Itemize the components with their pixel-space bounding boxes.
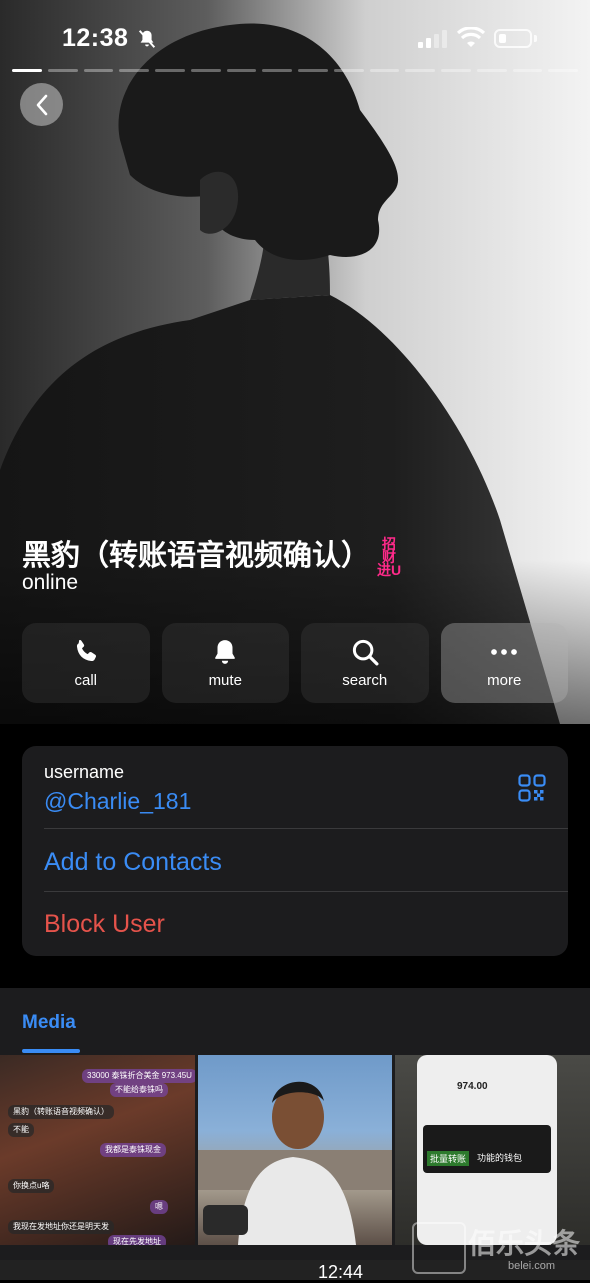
mute-label: mute bbox=[208, 672, 242, 689]
call-label: call bbox=[74, 672, 97, 689]
more-label: more bbox=[487, 672, 522, 689]
phone-icon bbox=[76, 639, 96, 662]
watermark-logo bbox=[412, 1222, 466, 1274]
username-value[interactable]: @Charlie_181 bbox=[44, 788, 191, 815]
wallet-feature-text: 功能的钱包 bbox=[477, 1153, 523, 1163]
add-to-contacts-button[interactable]: Add to Contacts bbox=[44, 848, 222, 877]
online-status: online bbox=[22, 571, 79, 594]
action-bar: call mute search more bbox=[22, 623, 568, 703]
chat-bubble: 你换点u咯 bbox=[8, 1179, 55, 1193]
qr-code-icon[interactable] bbox=[518, 774, 546, 802]
chat-bubble: 现在先发地址 bbox=[108, 1235, 166, 1245]
chat-bubble: 不能 bbox=[8, 1123, 34, 1137]
search-button[interactable]: search bbox=[301, 623, 429, 703]
mute-button[interactable]: mute bbox=[161, 623, 289, 703]
search-icon bbox=[352, 639, 379, 666]
more-button[interactable]: more bbox=[440, 623, 568, 703]
watermark-text: 佰乐头条 bbox=[468, 1228, 581, 1259]
silent-bell-icon bbox=[138, 30, 156, 48]
block-user-button[interactable]: Block User bbox=[44, 910, 165, 939]
profile-name-text: 黑豹（转账语音视频确认） bbox=[22, 540, 371, 572]
media-thumbnail-wallet-screenshot[interactable]: 974.00 批量转账 功能的钱包 bbox=[395, 1055, 590, 1245]
watermark-url: belei.com bbox=[508, 1260, 556, 1272]
media-thumbnail-photo[interactable] bbox=[198, 1055, 392, 1245]
tab-indicator bbox=[22, 1049, 80, 1053]
profile-photo bbox=[0, 0, 590, 724]
photo-progress-bar bbox=[12, 69, 578, 73]
chat-bubble: 黑豹（转账语音视频确认） bbox=[8, 1105, 114, 1119]
chat-bubble: 33000 泰铢折合美金 973.45U bbox=[82, 1069, 195, 1083]
chat-bubble: 我现在发地址你还是明天发 bbox=[8, 1220, 114, 1234]
emoji-badge: 招财 进U bbox=[376, 535, 402, 578]
person-photo bbox=[198, 1081, 392, 1245]
username-label: username bbox=[44, 762, 125, 782]
chat-bubble: 不能给泰铢吗 bbox=[110, 1083, 168, 1097]
media-row-2[interactable] bbox=[0, 1260, 590, 1280]
profile-name: 黑豹（转账语音视频确认） 招财 进U bbox=[22, 532, 402, 577]
more-icon bbox=[491, 649, 518, 655]
bell-icon bbox=[215, 640, 236, 664]
battery-tip bbox=[534, 35, 537, 42]
chevron-left-icon bbox=[36, 94, 47, 115]
battery-icon bbox=[494, 29, 532, 48]
call-button[interactable]: call bbox=[22, 623, 150, 703]
back-button[interactable] bbox=[20, 83, 63, 126]
cellular-signal-icon bbox=[418, 30, 447, 48]
chat-bubble: 我都是泰铢现金 bbox=[100, 1143, 166, 1157]
chat-bubble: 嗯 bbox=[150, 1200, 168, 1214]
wifi-icon bbox=[457, 27, 485, 47]
phone-screenshot: 974.00 批量转账 功能的钱包 bbox=[417, 1055, 557, 1245]
search-label: search bbox=[342, 672, 388, 689]
status-bar: 12:38 bbox=[0, 0, 590, 64]
tab-media[interactable]: Media bbox=[22, 1012, 76, 1034]
batch-transfer-tag: 批量转账 bbox=[427, 1151, 470, 1166]
media-thumbnail-chat-screenshot[interactable]: 33000 泰铢折合美金 973.45U 不能给泰铢吗 黑豹（转账语音视频确认）… bbox=[0, 1055, 195, 1245]
status-time: 12:38 bbox=[62, 24, 129, 52]
divider bbox=[44, 891, 568, 892]
divider bbox=[44, 828, 568, 829]
info-card: username @Charlie_181 Add to Contacts Bl… bbox=[22, 746, 568, 956]
wallet-amount: 974.00 bbox=[457, 1081, 488, 1092]
